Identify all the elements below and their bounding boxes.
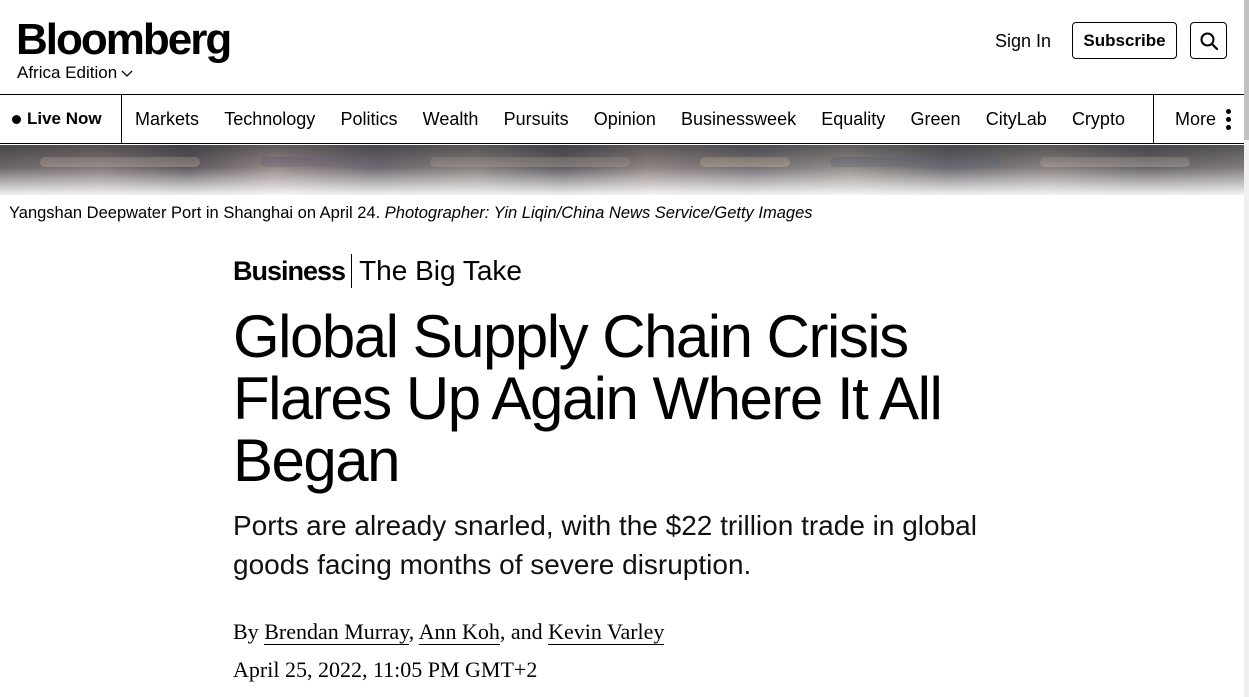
hero-image [0, 145, 1249, 195]
nav-item-pursuits[interactable]: Pursuits [491, 95, 581, 143]
nav-item-citylab[interactable]: CityLab [973, 95, 1059, 143]
more-menu-button[interactable]: More [1153, 95, 1249, 143]
article-dek: Ports are already snarled, with the $22 … [233, 510, 977, 580]
article-headline: Global Supply Chain Crisis Flares Up Aga… [233, 303, 943, 494]
author-separator: , [408, 619, 415, 644]
nav-item-technology[interactable]: Technology [212, 95, 328, 143]
nav-item-wealth[interactable]: Wealth [410, 95, 491, 143]
author-link[interactable]: Kevin Varley [548, 619, 665, 645]
search-button[interactable] [1190, 22, 1227, 59]
section-link[interactable]: Business [233, 256, 351, 287]
series-link[interactable]: The Big Take [359, 255, 522, 287]
vertical-scrollbar[interactable] [1244, 0, 1249, 697]
article-kicker: Business The Big Take [233, 254, 522, 288]
nav-items: Markets Technology Politics Wealth Pursu… [122, 95, 1138, 143]
photo-credit: Photographer: Yin Liqin/China News Servi… [384, 204, 813, 222]
scrollbar-thumb[interactable] [1244, 0, 1249, 140]
byline-prefix: By [233, 619, 259, 644]
live-now-link[interactable]: Live Now [0, 95, 122, 143]
nav-item-equality[interactable]: Equality [809, 95, 898, 143]
kebab-icon [1226, 108, 1232, 130]
author-separator: , and [499, 619, 543, 644]
kicker-divider [351, 254, 353, 288]
nav-item-opinion[interactable]: Opinion [581, 95, 668, 143]
subscribe-button[interactable]: Subscribe [1072, 22, 1177, 59]
byline: By Brendan Murray, Ann Koh, and Kevin Va… [233, 618, 665, 646]
chevron-down-icon [121, 70, 133, 77]
edition-label: Africa Edition [17, 63, 118, 82]
sign-in-link[interactable]: Sign In [995, 30, 1051, 52]
main-nav: Live Now Markets Technology Politics Wea… [0, 94, 1249, 144]
nav-item-politics[interactable]: Politics [328, 95, 410, 143]
edition-selector[interactable]: Africa Edition [17, 62, 133, 84]
search-icon [1200, 32, 1218, 50]
live-now-label: Live Now [27, 109, 102, 128]
nav-item-crypto[interactable]: Crypto [1059, 95, 1137, 143]
live-dot-icon [12, 114, 21, 124]
author-link[interactable]: Ann Koh [418, 619, 500, 645]
more-label: More [1175, 108, 1217, 129]
nav-item-green[interactable]: Green [898, 95, 973, 143]
image-caption: Yangshan Deepwater Port in Shanghai on A… [9, 203, 813, 224]
bloomberg-logo[interactable]: Bloomberg [16, 14, 232, 66]
caption-text: Yangshan Deepwater Port in Shanghai on A… [9, 204, 381, 222]
nav-item-markets[interactable]: Markets [122, 95, 212, 143]
author-link[interactable]: Brendan Murray [264, 619, 409, 645]
site-header: Bloomberg Africa Edition Sign In Subscri… [0, 0, 1249, 94]
nav-item-businessweek[interactable]: Businessweek [668, 95, 808, 143]
publish-date: April 25, 2022, 11:05 PM GMT+2 [233, 657, 538, 682]
